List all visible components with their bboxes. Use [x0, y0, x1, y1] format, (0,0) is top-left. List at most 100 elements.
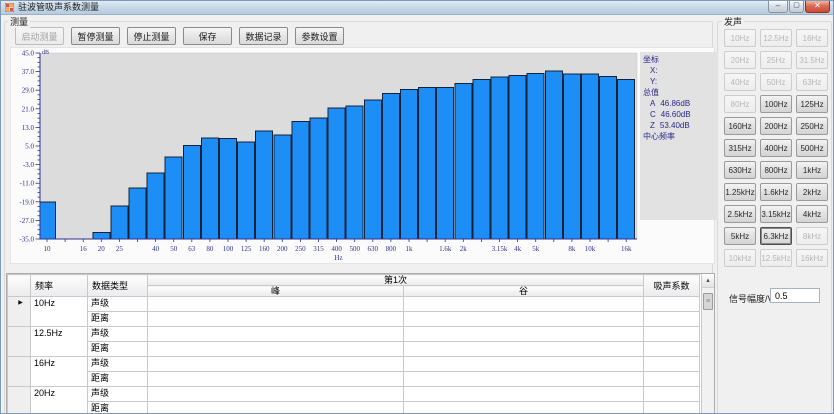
chart-bar-5k[interactable] [527, 74, 544, 239]
svg-text:1.6k: 1.6k [439, 245, 452, 253]
chart-bar-1-25k[interactable] [419, 88, 436, 239]
row-selector[interactable] [8, 357, 31, 387]
coef-cell[interactable] [644, 402, 700, 414]
valley-cell[interactable] [404, 372, 644, 387]
freq-button-6-3khz[interactable]: 6.3kHz [760, 227, 792, 245]
valley-cell[interactable] [404, 357, 644, 372]
peak-cell[interactable] [148, 357, 404, 372]
table-row: 12.5Hz声级 [8, 327, 700, 342]
freq-button-200hz[interactable]: 200Hz [760, 117, 792, 135]
peak-cell[interactable] [148, 402, 404, 414]
row-selector[interactable] [8, 327, 31, 357]
chart-bar-200[interactable] [274, 135, 291, 239]
freq-button-1khz[interactable]: 1kHz [796, 161, 828, 179]
chart-bar-100[interactable] [220, 138, 237, 239]
coef-cell[interactable] [644, 297, 700, 312]
chart-bar-25[interactable] [111, 206, 128, 239]
peak-cell[interactable] [148, 372, 404, 387]
close-button[interactable]: ✕ [805, 1, 830, 13]
freq-button-40hz: 40Hz [724, 73, 756, 91]
freq-button-1-25khz[interactable]: 1.25kHz [724, 183, 756, 201]
valley-cell[interactable] [404, 387, 644, 402]
freq-button-315hz[interactable]: 315Hz [724, 139, 756, 157]
coef-cell[interactable] [644, 312, 700, 327]
stop-measure-button[interactable]: 停止测量 [127, 27, 176, 45]
peak-cell[interactable] [148, 342, 404, 357]
chart-bar-160[interactable] [256, 131, 273, 239]
chart-bar-31-5[interactable] [129, 188, 146, 239]
chart-bar-10k[interactable] [582, 74, 599, 239]
chart-bar-80[interactable] [201, 138, 218, 239]
table-scrollbar[interactable]: ▲ ≡ [701, 274, 714, 414]
peak-cell[interactable] [148, 387, 404, 402]
data-record-button[interactable]: 数据记录 [239, 27, 288, 45]
chart-bar-250[interactable] [292, 122, 309, 239]
freq-button-2-5khz[interactable]: 2.5kHz [724, 205, 756, 223]
frequency-button-grid: 10Hz12.5Hz16Hz20Hz25Hz31.5Hz40Hz50Hz63Hz… [724, 29, 828, 267]
chart-bar-4k[interactable] [509, 76, 526, 239]
maximize-button[interactable]: ▢ [789, 1, 804, 13]
coef-cell[interactable] [644, 387, 700, 402]
peak-cell[interactable] [148, 297, 404, 312]
signal-amplitude-input[interactable] [770, 288, 820, 303]
freq-button-125hz[interactable]: 125Hz [796, 95, 828, 113]
chart-bar-40[interactable] [147, 173, 164, 239]
coef-cell[interactable] [644, 357, 700, 372]
scrollbar-thumb[interactable]: ≡ [703, 293, 713, 310]
chart-bar-500[interactable] [346, 106, 363, 239]
row-selector-current[interactable]: ▶ [8, 297, 31, 327]
freq-button-400hz[interactable]: 400Hz [760, 139, 792, 157]
chart-bar-2-5k[interactable] [473, 80, 490, 239]
save-button[interactable]: 保存 [183, 27, 232, 45]
valley-cell[interactable] [404, 342, 644, 357]
coef-cell[interactable] [644, 342, 700, 357]
chart-bar-10[interactable] [40, 202, 56, 239]
chart-bar-50[interactable] [165, 157, 182, 239]
chart-bar-1-6k[interactable] [437, 88, 454, 239]
peak-cell[interactable] [148, 327, 404, 342]
valley-cell[interactable] [404, 402, 644, 414]
coef-cell[interactable] [644, 327, 700, 342]
chart-bar-125[interactable] [238, 142, 255, 239]
freq-button-800hz[interactable]: 800Hz [760, 161, 792, 179]
chart-bar-63[interactable] [183, 145, 200, 239]
chart-bar-8k[interactable] [563, 74, 580, 239]
freq-button-2khz[interactable]: 2kHz [796, 183, 828, 201]
chart-bar-3-15k[interactable] [491, 77, 508, 239]
scrollbar-up-icon[interactable]: ▲ [702, 274, 714, 288]
freq-button-250hz[interactable]: 250Hz [796, 117, 828, 135]
chart-bar-16k[interactable] [618, 80, 635, 239]
freq-button-500hz[interactable]: 500Hz [796, 139, 828, 157]
chart-bar-2k[interactable] [455, 84, 472, 239]
pause-measure-button[interactable]: 暂停测量 [71, 27, 120, 45]
freq-button-160hz[interactable]: 160Hz [724, 117, 756, 135]
row-selector[interactable] [8, 387, 31, 414]
freq-button-100hz[interactable]: 100Hz [760, 95, 792, 113]
legend-total-label: 总值 [643, 87, 718, 98]
chart-bar-630[interactable] [364, 100, 381, 239]
table-row: 距离 [8, 312, 700, 327]
freq-button-4khz[interactable]: 4kHz [796, 205, 828, 223]
freq-button-50hz: 50Hz [760, 73, 792, 91]
freq-button-3-15khz[interactable]: 3.15kHz [760, 205, 792, 223]
chart-bar-800[interactable] [382, 94, 399, 239]
valley-cell[interactable] [404, 312, 644, 327]
peak-cell[interactable] [148, 312, 404, 327]
table-row: 距离 [8, 402, 700, 414]
chart-bar-315[interactable] [310, 118, 327, 239]
chart-bar-400[interactable] [328, 108, 345, 239]
coef-cell[interactable] [644, 372, 700, 387]
freq-button-5khz[interactable]: 5kHz [724, 227, 756, 245]
valley-cell[interactable] [404, 327, 644, 342]
valley-cell[interactable] [404, 297, 644, 312]
freq-button-25hz: 25Hz [760, 51, 792, 69]
chart-bar-6-3k[interactable] [545, 71, 562, 239]
freq-button-1-6khz[interactable]: 1.6kHz [760, 183, 792, 201]
chart-bar-12-5k[interactable] [600, 76, 617, 239]
chart-bar-20[interactable] [93, 233, 110, 239]
freq-button-630hz[interactable]: 630Hz [724, 161, 756, 179]
param-settings-button[interactable]: 参数设置 [295, 27, 344, 45]
app-window: 驻波管吸声系数测量 – ▢ ✕ 测量 发声 启动测量暂停测量停止测量保存数据记录… [0, 0, 834, 414]
minimize-button[interactable]: – [768, 1, 788, 13]
chart-bar-1k[interactable] [401, 89, 418, 239]
